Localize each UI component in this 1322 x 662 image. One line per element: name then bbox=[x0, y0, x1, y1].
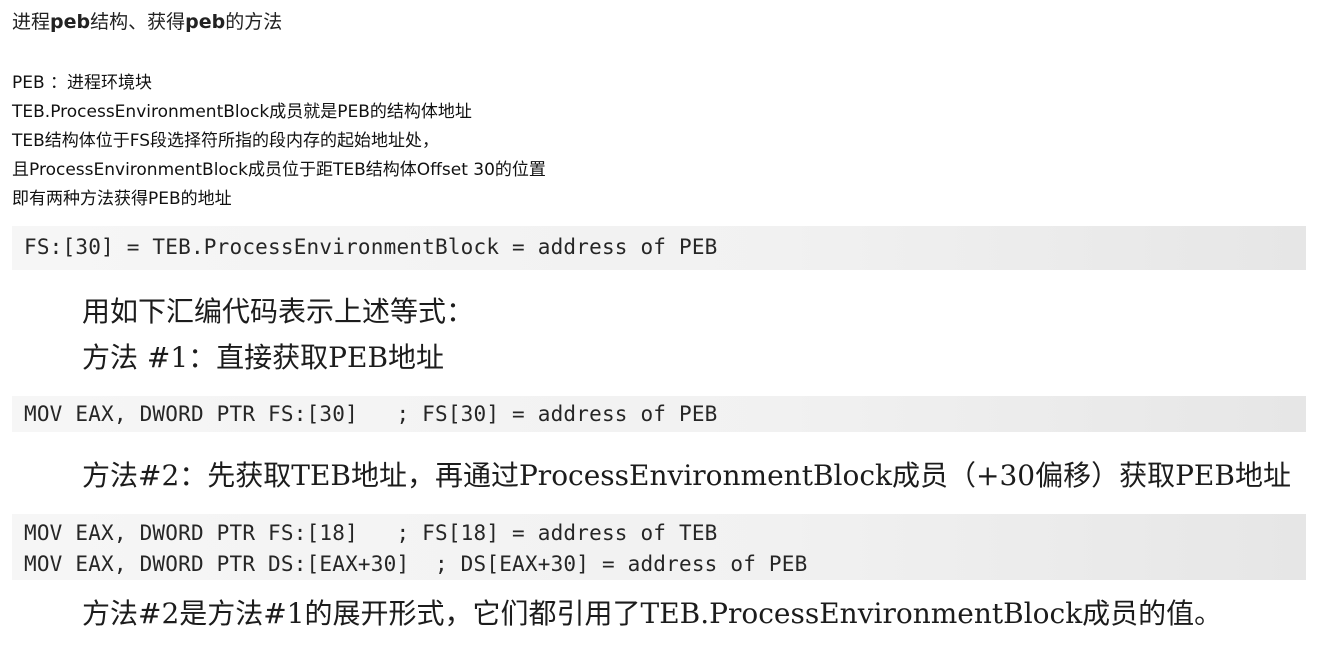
page-heading: 进程peb结构、获得peb的方法 bbox=[12, 10, 282, 34]
intro-paragraph: PEB ：进程环境块 TEB.ProcessEnvironmentBlock成员… bbox=[12, 69, 546, 214]
heading-text: 进程 bbox=[12, 11, 51, 33]
book-excerpt-image: FS:[30] = TEB.ProcessEnvironmentBlock = … bbox=[12, 226, 1306, 658]
method1-code: MOV EAX, DWORD PTR FS:[30] ; FS[30] = ad… bbox=[24, 402, 718, 426]
heading-text: 的方法 bbox=[225, 11, 283, 33]
method2-code-line-1: MOV EAX, DWORD PTR FS:[18] ; FS[18] = ad… bbox=[24, 521, 718, 545]
intro-line: TEB结构体位于FS段选择符所指的段内存的起始地址处， bbox=[12, 131, 440, 151]
method2-code-line-2: MOV EAX, DWORD PTR DS:[EAX+30] ; DS[EAX+… bbox=[24, 552, 808, 576]
intro-line: 且ProcessEnvironmentBlock成员位于距TEB结构体Offse… bbox=[12, 160, 546, 180]
method2-title: 方法#2：先获取TEB地址，再通过ProcessEnvironmentBlock… bbox=[82, 459, 1291, 492]
heading-keyword: peb bbox=[50, 11, 91, 33]
intro-line: TEB.ProcessEnvironmentBlock成员就是PEB的结构体地址 bbox=[12, 102, 472, 122]
intro-line: 即有两种方法获得PEB的地址 bbox=[12, 189, 232, 209]
intro-line: PEB ：进程环境块 bbox=[12, 73, 153, 93]
heading-text: 结构、获得 bbox=[90, 11, 186, 33]
book-text-intro: 用如下汇编代码表示上述等式： bbox=[82, 295, 475, 328]
conclusion-text: 方法#2是方法#1的展开形式，它们都引用了TEB.ProcessEnvironm… bbox=[82, 597, 1223, 630]
method1-title: 方法 #1：直接获取PEB地址 bbox=[82, 341, 445, 374]
heading-keyword: peb bbox=[185, 11, 226, 33]
equation-code: FS:[30] = TEB.ProcessEnvironmentBlock = … bbox=[24, 235, 718, 259]
